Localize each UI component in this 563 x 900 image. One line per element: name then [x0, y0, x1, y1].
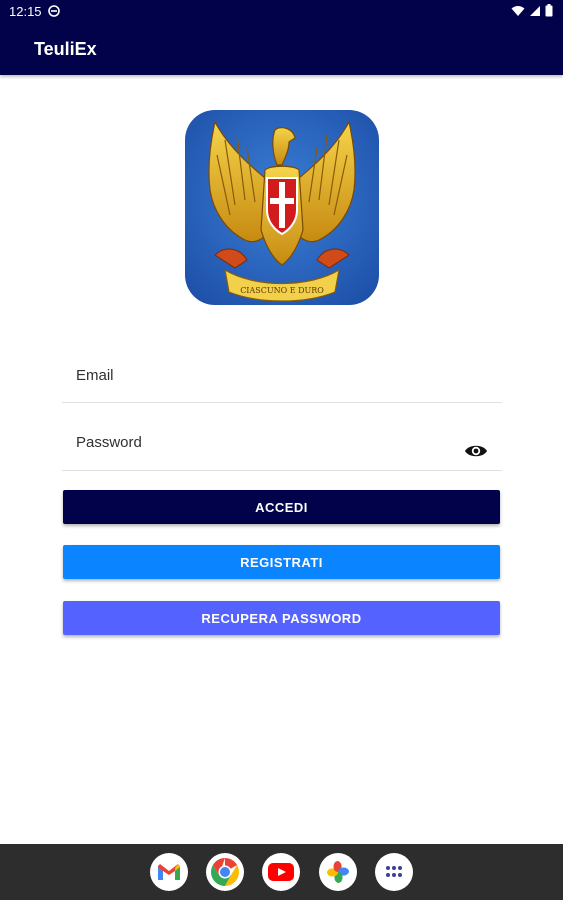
gmail-icon[interactable] [150, 853, 188, 891]
navigation-dock [0, 844, 563, 900]
app-bar: TeuliEx [0, 23, 563, 75]
eagle-emblem-icon: CIASCUNO E DURO [185, 110, 379, 305]
status-time: 12:15 [9, 4, 42, 19]
status-bar: 12:15 [0, 0, 563, 23]
app-logo: CIASCUNO E DURO [185, 110, 379, 305]
accedi-button[interactable]: ACCEDI [63, 490, 500, 524]
registrati-button[interactable]: REGISTRATI [63, 545, 500, 579]
password-label: Password [76, 434, 142, 451]
app-title: TeuliEx [34, 39, 97, 59]
app-drawer-icon[interactable] [375, 853, 413, 891]
youtube-icon[interactable] [262, 853, 300, 891]
emblem-motto: CIASCUNO E DURO [240, 286, 324, 295]
email-label: Email [76, 367, 114, 384]
signal-icon [530, 5, 540, 16]
eye-icon[interactable] [464, 442, 488, 460]
recupera-password-button[interactable]: RECUPERA PASSWORD [63, 601, 500, 635]
battery-icon [545, 4, 553, 17]
chrome-icon[interactable] [206, 853, 244, 891]
wifi-icon [511, 5, 525, 16]
email-field[interactable]: Email [62, 355, 502, 403]
status-icons [511, 4, 553, 17]
photos-icon[interactable] [319, 853, 357, 891]
password-field[interactable]: Password [62, 420, 502, 471]
do-not-disturb-icon [48, 5, 60, 17]
